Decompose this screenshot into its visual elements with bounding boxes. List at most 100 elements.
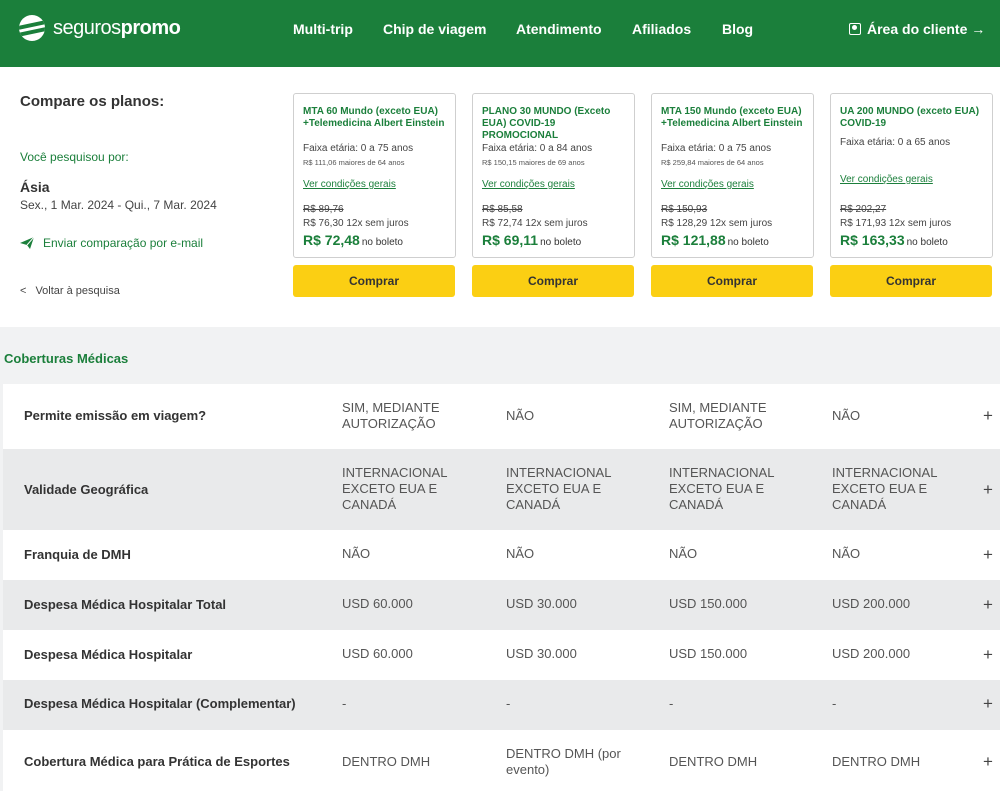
- plan-title: PLANO 30 MUNDO (Exceto EUA) COVID-19 PRO…: [482, 106, 611, 141]
- plan-age-fee: R$ 150,15 maiores de 69 anos: [482, 158, 585, 167]
- nav-chip-de-viagem[interactable]: Chip de viagem: [383, 21, 486, 37]
- back-label: Voltar à pesquisa: [35, 285, 120, 297]
- buy-button[interactable]: Comprar: [293, 265, 455, 297]
- expand-plus-icon[interactable]: +: [983, 595, 993, 615]
- plan-old-price: R$ 202,27: [840, 204, 887, 215]
- coverage-cell: INTERNACIONAL EXCETO EUA E CANADÁ: [669, 465, 774, 512]
- coverage-cell: NÃO: [506, 546, 535, 561]
- plan-installments: R$ 128,29 12x sem juros: [661, 218, 773, 229]
- plan-age-fee: R$ 111,06 maiores de 64 anos: [303, 158, 405, 167]
- expand-plus-icon[interactable]: +: [983, 545, 993, 565]
- buy-button[interactable]: Comprar: [830, 265, 992, 297]
- coverage-cell: USD 150.000: [669, 646, 748, 661]
- coverage-cell: USD 30.000: [506, 596, 577, 611]
- plan-age-fee: R$ 259,84 maiores de 64 anos: [661, 158, 764, 167]
- plan-card: PLANO 30 MUNDO (Exceto EUA) COVID-19 PRO…: [472, 93, 635, 258]
- plan-age-range: Faixa etária: 0 a 84 anos: [482, 143, 593, 154]
- coverage-cell: USD 60.000: [342, 596, 413, 611]
- coverage-cell: -: [342, 696, 347, 711]
- expand-plus-icon[interactable]: +: [983, 406, 993, 426]
- client-area-link[interactable]: Área do cliente →: [849, 21, 985, 37]
- brand-logo[interactable]: segurospromo: [19, 14, 181, 42]
- expand-plus-icon[interactable]: +: [983, 480, 993, 500]
- plan-price-suffix: no boleto: [906, 237, 948, 248]
- coverage-row: Cobertura Médica para Prática de Esporte…: [3, 730, 1000, 791]
- plan-installments: R$ 72,74 12x sem juros: [482, 218, 588, 229]
- coverage-cell: DENTRO DMH: [669, 754, 758, 769]
- expand-plus-icon[interactable]: +: [983, 752, 993, 772]
- plan-old-price: R$ 89,76: [303, 204, 344, 215]
- plan-conditions-link[interactable]: Ver condições gerais: [482, 179, 575, 190]
- coverage-cell: USD 30.000: [506, 646, 577, 661]
- search-dates: Sex., 1 Mar. 2024 - Qui., 7 Mar. 2024: [20, 198, 217, 212]
- plan-price-suffix: no boleto: [361, 237, 403, 248]
- logo-icon: [19, 15, 45, 41]
- plan-title: MTA 60 Mundo (exceto EUA) +Telemedicina …: [303, 106, 445, 129]
- plan-age-range: Faixa etária: 0 a 75 anos: [303, 143, 414, 154]
- coverage-cell: USD 150.000: [669, 596, 748, 611]
- coverage-cell: NÃO: [506, 408, 535, 423]
- plan-title: UA 200 MUNDO (exceto EUA) COVID-19: [840, 106, 980, 129]
- plan-conditions-link[interactable]: Ver condições gerais: [661, 179, 754, 190]
- coverage-row-label: Despesa Médica Hospitalar (Complementar): [24, 696, 296, 711]
- plan-title: MTA 150 Mundo (exceto EUA) +Telemedicina…: [661, 106, 803, 129]
- back-to-search-link[interactable]: < Voltar à pesquisa: [20, 285, 120, 297]
- coverage-cell: DENTRO DMH: [832, 754, 921, 769]
- top-header: segurospromo Multi-trip Chip de viagem A…: [0, 0, 1000, 67]
- coverage-cell: INTERNACIONAL EXCETO EUA E CANADÁ: [832, 465, 937, 512]
- plan-price-value: R$ 163,33: [840, 232, 905, 248]
- plan-price: R$ 163,33 no boleto: [840, 232, 948, 248]
- plan-price: R$ 72,48 no boleto: [303, 232, 403, 248]
- expand-plus-icon[interactable]: +: [983, 645, 993, 665]
- coverage-cell: -: [506, 696, 511, 711]
- user-icon: [849, 23, 861, 35]
- chevron-left-icon: <: [20, 285, 27, 297]
- plan-installments: R$ 171,93 12x sem juros: [840, 218, 952, 229]
- plan-conditions-link[interactable]: Ver condições gerais: [303, 179, 396, 190]
- coverage-cell: NÃO: [832, 546, 861, 561]
- coverage-cell: USD 200.000: [832, 596, 911, 611]
- plan-old-price: R$ 150,93: [661, 204, 708, 215]
- nav-blog[interactable]: Blog: [722, 21, 753, 37]
- plan-price-value: R$ 72,48: [303, 232, 360, 248]
- coverage-section-title: Coberturas Médicas: [4, 351, 129, 366]
- coverage-row: Validade Geográfica INTERNACIONAL EXCETO…: [3, 449, 1000, 530]
- buy-button[interactable]: Comprar: [651, 265, 813, 297]
- coverage-row-label: Despesa Médica Hospitalar Total: [24, 597, 227, 612]
- search-destination: Ásia: [20, 179, 50, 195]
- coverage-cell: -: [832, 696, 837, 711]
- coverage-row-label: Permite emissão em viagem?: [24, 408, 207, 423]
- send-comparison-email-link[interactable]: Enviar comparação por e-mail: [20, 236, 203, 250]
- plan-age-range: Faixa etária: 0 a 75 anos: [661, 143, 772, 154]
- nav-afiliados[interactable]: Afiliados: [632, 21, 691, 37]
- plan-age-range: Faixa etária: 0 a 65 anos: [840, 137, 951, 148]
- coverage-cell: -: [669, 696, 674, 711]
- send-icon: [20, 237, 34, 249]
- nav-multi-trip[interactable]: Multi-trip: [293, 21, 353, 37]
- coverage-cell: INTERNACIONAL EXCETO EUA E CANADÁ: [342, 465, 447, 512]
- coverage-row-label: Despesa Médica Hospitalar: [24, 647, 193, 662]
- searched-label: Você pesquisou por:: [20, 150, 129, 164]
- coverage-cell: NÃO: [342, 546, 371, 561]
- coverage-cell: NÃO: [669, 546, 698, 561]
- coverage-row-label: Franquia de DMH: [24, 547, 131, 562]
- plan-price-value: R$ 121,88: [661, 232, 726, 248]
- coverage-row: Permite emissão em viagem? SIM, MEDIANTE…: [3, 384, 1000, 449]
- coverage-cell: SIM, MEDIANTE AUTORIZAÇÃO: [342, 400, 440, 431]
- coverage-cell: DENTRO DMH: [342, 754, 431, 769]
- coverage-row-label: Cobertura Médica para Prática de Esporte…: [24, 754, 290, 769]
- plan-card: MTA 60 Mundo (exceto EUA) +Telemedicina …: [293, 93, 456, 258]
- logo-text: segurospromo: [53, 16, 181, 39]
- nav-atendimento[interactable]: Atendimento: [516, 21, 602, 37]
- plan-price-suffix: no boleto: [727, 237, 769, 248]
- coverage-cell: USD 60.000: [342, 646, 413, 661]
- plan-old-price: R$ 85,58: [482, 204, 523, 215]
- compare-title: Compare os planos:: [20, 93, 165, 110]
- plan-conditions-link[interactable]: Ver condições gerais: [840, 174, 933, 185]
- expand-plus-icon[interactable]: +: [983, 694, 993, 714]
- plan-price-value: R$ 69,11: [482, 232, 539, 248]
- buy-button[interactable]: Comprar: [472, 265, 634, 297]
- plan-price-suffix: no boleto: [540, 237, 582, 248]
- client-area-label: Área do cliente →: [867, 21, 986, 37]
- plan-card: UA 200 MUNDO (exceto EUA) COVID-19 Faixa…: [830, 93, 993, 258]
